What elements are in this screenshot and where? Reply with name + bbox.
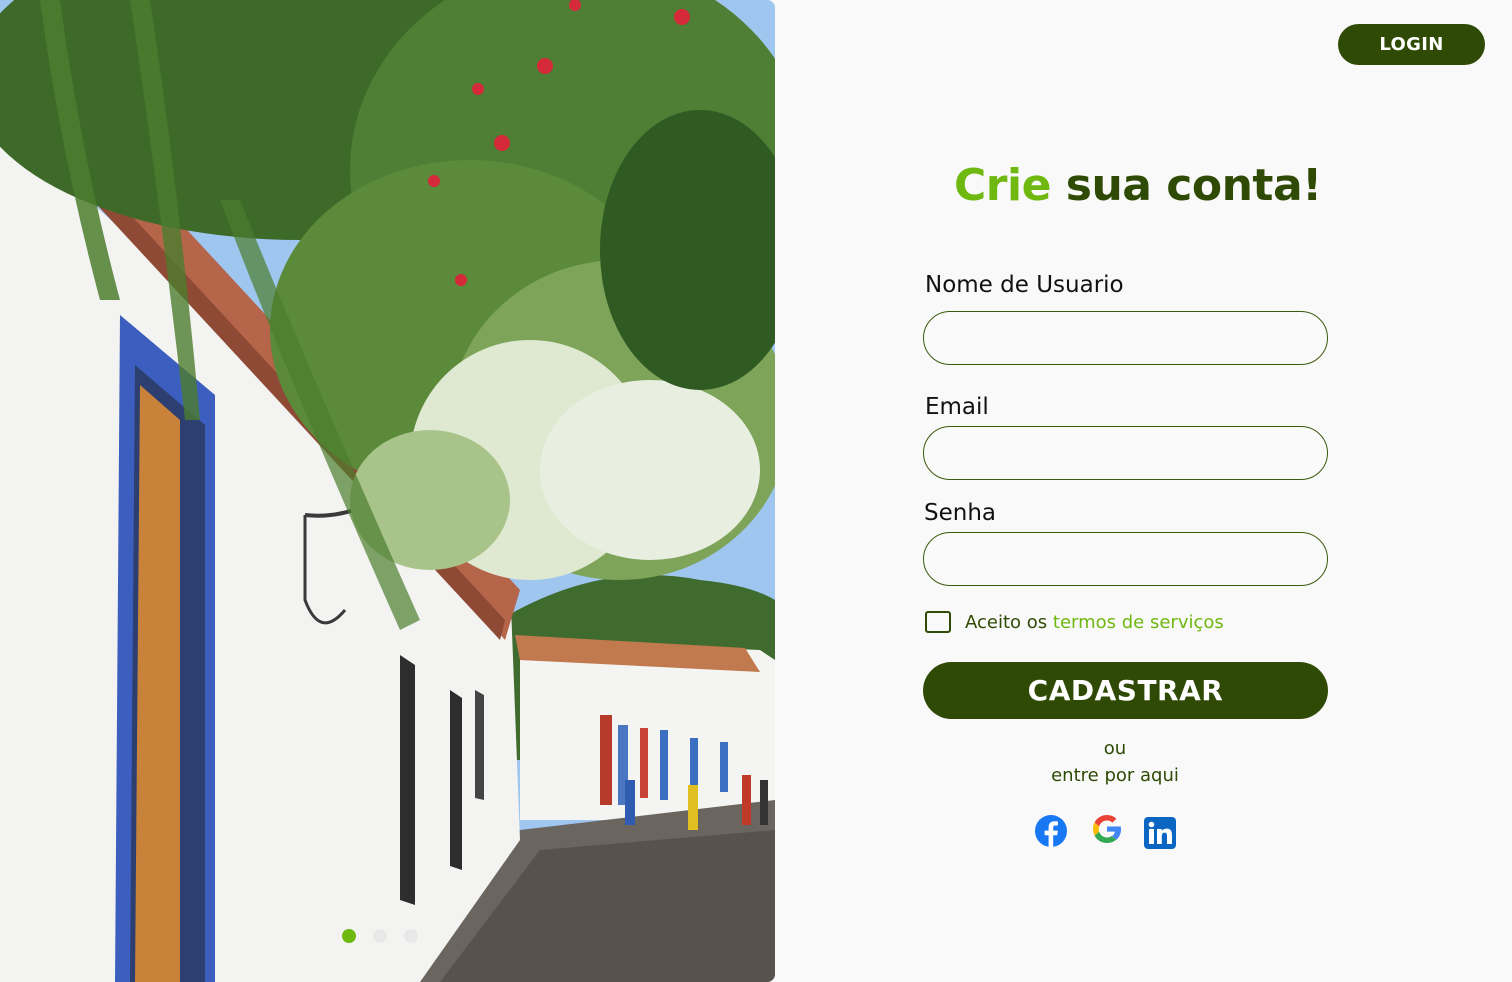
username-input[interactable] <box>923 311 1328 365</box>
carousel-dot-1[interactable] <box>342 929 356 943</box>
terms-link[interactable]: termos de serviços <box>1053 612 1224 633</box>
page-title: Crie sua conta! <box>954 160 1322 211</box>
terms-text: Aceito os termos de serviços <box>965 612 1224 633</box>
email-input[interactable] <box>923 426 1328 480</box>
or-text: ou <box>1103 738 1127 759</box>
carousel-dot-3[interactable] <box>404 929 418 943</box>
google-icon[interactable] <box>1090 812 1124 846</box>
register-button[interactable]: CADASTRAR <box>923 662 1328 719</box>
title-rest: sua conta! <box>1065 160 1322 211</box>
title-accent: Crie <box>954 160 1051 211</box>
terms-row: Aceito os termos de serviços <box>925 611 1224 633</box>
terms-checkbox[interactable] <box>925 611 951 633</box>
signup-page: LOGIN Crie sua conta! Nome de Usuario Em… <box>0 0 1512 982</box>
hero-image <box>0 0 775 982</box>
carousel-dots <box>342 929 418 943</box>
login-button[interactable]: LOGIN <box>1338 24 1485 65</box>
street-photo <box>0 0 775 982</box>
password-input[interactable] <box>923 532 1328 586</box>
facebook-icon[interactable] <box>1034 814 1068 848</box>
password-label: Senha <box>924 500 996 526</box>
terms-prefix: Aceito os <box>965 611 1048 633</box>
linkedin-icon[interactable] <box>1143 816 1177 850</box>
carousel-dot-2[interactable] <box>373 929 387 943</box>
username-label: Nome de Usuario <box>925 272 1124 298</box>
alt-login-text: entre por aqui <box>1051 765 1179 786</box>
email-label: Email <box>925 394 989 420</box>
